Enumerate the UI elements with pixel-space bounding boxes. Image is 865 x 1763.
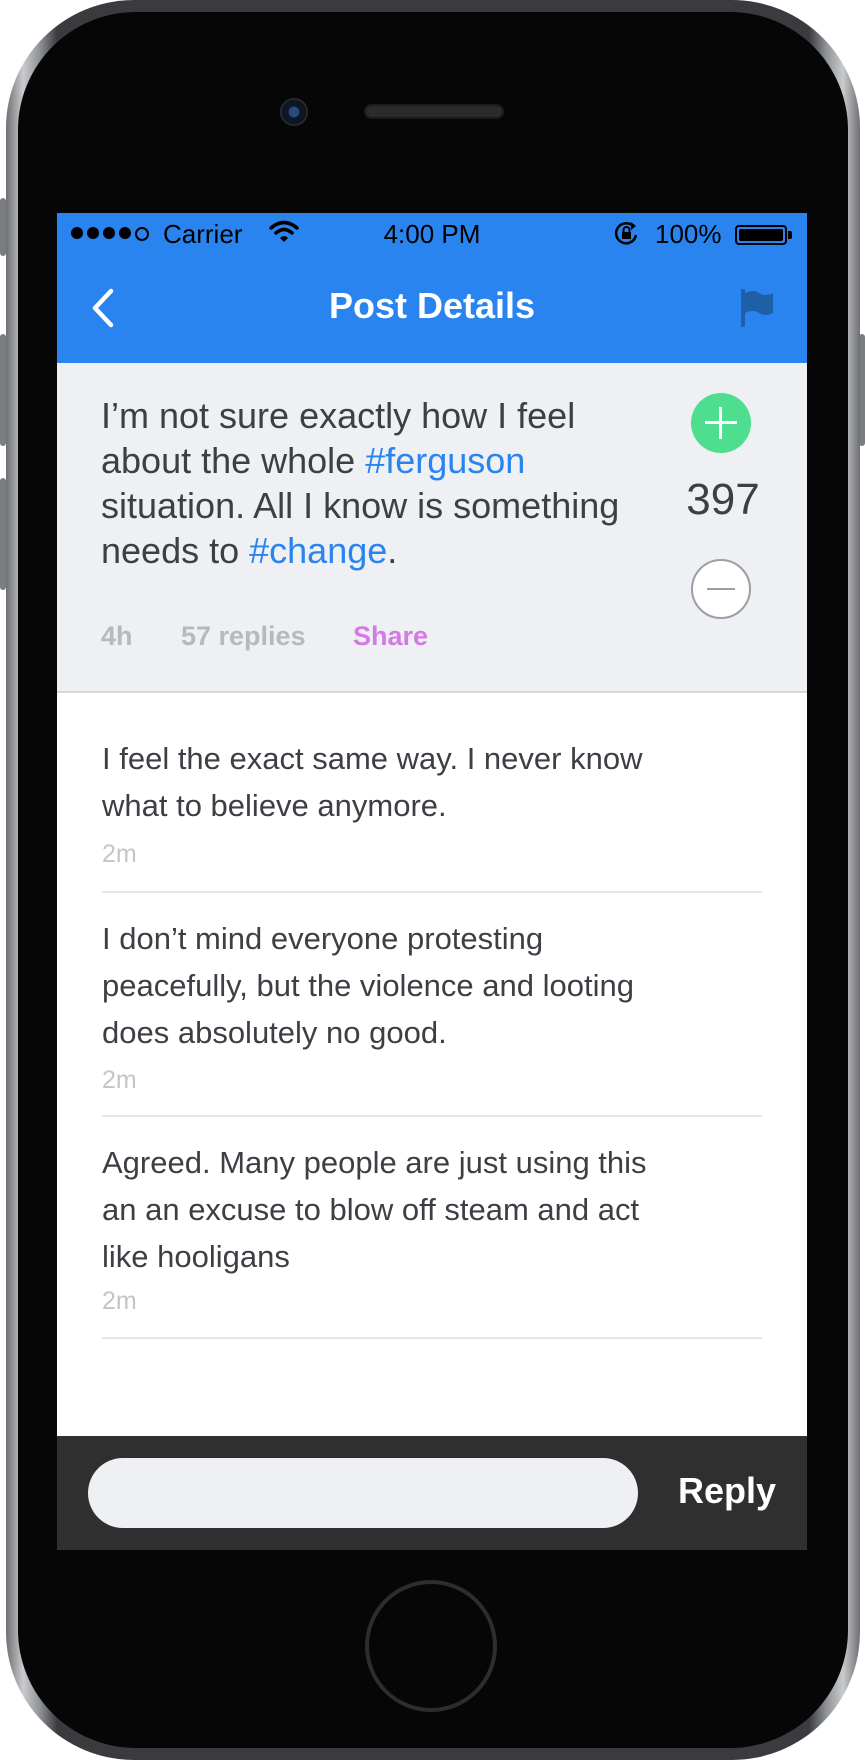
battery-icon [735, 225, 787, 245]
hashtag-link[interactable]: #change [249, 530, 387, 571]
post-card: I’m not sure exactly how I feel about th… [57, 363, 807, 693]
reply-button[interactable]: Reply [657, 1470, 797, 1512]
battery-tip [788, 231, 792, 239]
status-bar: Carrier 4:00 PM 100% [57, 213, 807, 253]
vote-score: 397 [686, 475, 760, 524]
reply-text: I don’t mind everyone protesting peacefu… [102, 921, 634, 1050]
reply-item: I feel the exact same way. I never know … [102, 693, 762, 893]
earpiece-speaker [364, 104, 504, 119]
reply-input[interactable] [88, 1458, 638, 1528]
report-button[interactable] [737, 287, 777, 329]
reply-age: 2m [102, 1287, 137, 1315]
post-text-part: . [387, 530, 398, 571]
reply-text: Agreed. Many people are just using this … [102, 1145, 647, 1274]
post-age: 4h [101, 621, 133, 651]
home-button[interactable] [365, 1580, 497, 1712]
reply-age: 2m [102, 1066, 137, 1094]
reply-item: I don’t mind everyone protesting peacefu… [102, 893, 762, 1117]
flag-icon [741, 289, 773, 327]
reply-text: I feel the exact same way. I never know … [102, 741, 643, 823]
hashtag-link[interactable]: #ferguson [365, 440, 525, 481]
navigation-bar: Post Details [57, 253, 807, 363]
rotation-lock-icon [613, 221, 641, 254]
reply-composer: Reply [57, 1436, 807, 1550]
post-meta: 4h 57 replies Share [101, 621, 428, 652]
battery-percent: 100% [655, 219, 722, 249]
upvote-button[interactable] [691, 393, 751, 453]
reply-item: Agreed. Many people are just using this … [102, 1117, 762, 1339]
app-screen: Carrier 4:00 PM 100% Post Details I’m no… [57, 213, 807, 1550]
page-title: Post Details [328, 285, 536, 326]
reply-count: 57 replies [181, 621, 306, 651]
share-button[interactable]: Share [353, 621, 428, 652]
reply-age: 2m [102, 840, 137, 868]
post-text: I’m not sure exactly how I feel about th… [101, 393, 621, 573]
downvote-button[interactable] [691, 559, 751, 619]
front-camera [280, 98, 308, 126]
